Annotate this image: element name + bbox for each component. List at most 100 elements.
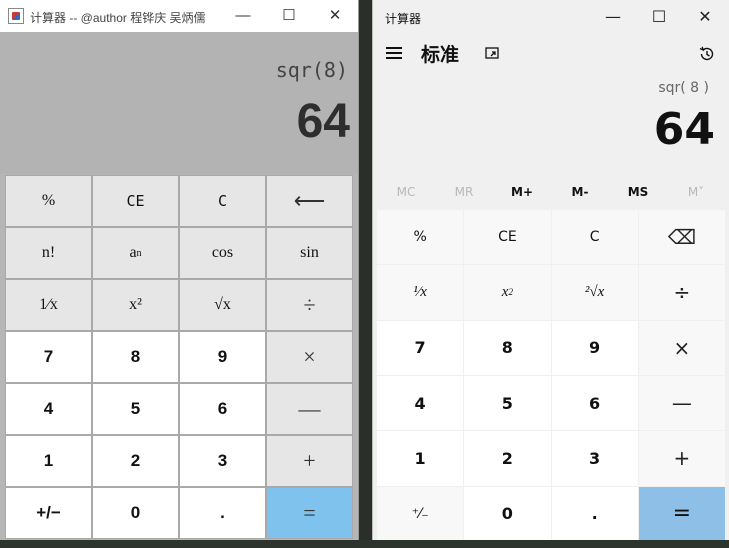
memory-m--button[interactable]: M+ bbox=[493, 185, 551, 199]
right-key-label: C bbox=[589, 229, 600, 246]
left-key-label: CE bbox=[126, 192, 145, 210]
left-key-7-button[interactable]: 7 bbox=[5, 331, 92, 383]
left-key-label: — bbox=[298, 396, 321, 421]
left-key-label: √x bbox=[214, 296, 231, 313]
right-key-divide-button[interactable]: ÷ bbox=[638, 265, 725, 320]
memory-ms-button[interactable]: MS bbox=[609, 185, 667, 199]
left-key-percent-button[interactable]: % bbox=[5, 175, 92, 227]
right-key-negate-button[interactable]: ⁺⁄₋ bbox=[377, 486, 464, 541]
left-key-label: 1 bbox=[43, 451, 54, 470]
left-key-backspace-button[interactable]: ⟵ bbox=[266, 175, 353, 227]
left-key-label: 4 bbox=[43, 399, 54, 418]
right-key-square-button[interactable]: x2 bbox=[464, 265, 551, 320]
history-icon[interactable] bbox=[698, 45, 716, 63]
right-expression: sqr( 8 ) bbox=[658, 80, 709, 96]
left-key-power-button[interactable]: an bbox=[92, 227, 179, 279]
left-key-ce-button[interactable]: CE bbox=[92, 175, 179, 227]
left-minimize-button[interactable]: — bbox=[220, 0, 266, 32]
right-key-multiply-button[interactable]: × bbox=[638, 320, 725, 375]
left-key-equals-button[interactable]: = bbox=[266, 487, 353, 539]
right-minimize-button[interactable]: — bbox=[591, 2, 635, 32]
left-key-label: . bbox=[220, 503, 225, 522]
left-key-5-button[interactable]: 5 bbox=[92, 383, 179, 435]
right-key-percent-button[interactable]: % bbox=[377, 210, 464, 265]
left-key-c-button[interactable]: C bbox=[179, 175, 266, 227]
right-header: 标准 bbox=[373, 36, 729, 72]
left-key-sin-button[interactable]: sin bbox=[266, 227, 353, 279]
left-title-bar[interactable]: 计算器 -- @author 程铧庆 吴炳儒 — ☐ ✕ bbox=[0, 0, 358, 32]
left-key-label: 9 bbox=[217, 347, 228, 366]
right-key-9-button[interactable]: 9 bbox=[551, 320, 638, 375]
left-key-negate-button[interactable]: +/− bbox=[5, 487, 92, 539]
left-key-6-button[interactable]: 6 bbox=[179, 383, 266, 435]
right-key-c-button[interactable]: C bbox=[551, 210, 638, 265]
right-key-minus-button[interactable]: — bbox=[638, 375, 725, 431]
right-key-reciprocal-button[interactable]: ¹⁄x bbox=[377, 265, 464, 320]
left-key-label: 2 bbox=[130, 451, 141, 470]
left-key-minus-button[interactable]: — bbox=[266, 383, 353, 435]
hamburger-menu-icon[interactable] bbox=[386, 47, 402, 59]
right-key-equals-button[interactable]: = bbox=[638, 486, 725, 541]
left-key-label: + bbox=[303, 448, 316, 473]
right-title-bar[interactable]: 计算器 — ☐ ✕ bbox=[373, 0, 729, 34]
right-key-ce-button[interactable]: CE bbox=[464, 210, 551, 265]
right-key-6-button[interactable]: 6 bbox=[551, 375, 638, 431]
right-key-label: CE bbox=[498, 229, 517, 246]
right-key-label: ¹⁄x bbox=[413, 283, 427, 300]
right-key-label: 4 bbox=[414, 393, 426, 413]
right-key-8-button[interactable]: 8 bbox=[464, 320, 551, 375]
left-key-divide-button[interactable]: ÷ bbox=[266, 279, 353, 331]
left-key-3-button[interactable]: 3 bbox=[179, 435, 266, 487]
left-key-label: ⟵ bbox=[293, 188, 326, 213]
left-key-8-button[interactable]: 8 bbox=[92, 331, 179, 383]
left-key-label: ÷ bbox=[303, 292, 316, 317]
memory-bar: MC MR M+ M- MS M˅ bbox=[377, 178, 725, 206]
left-result: 64 bbox=[296, 95, 350, 148]
left-key-2-button[interactable]: 2 bbox=[92, 435, 179, 487]
keep-on-top-icon[interactable] bbox=[485, 47, 501, 61]
right-key-label: ÷ bbox=[673, 280, 691, 305]
left-display: sqr(8) 64 bbox=[0, 32, 358, 174]
left-key-superscript: n bbox=[136, 247, 142, 259]
right-key-0-button[interactable]: 0 bbox=[464, 486, 551, 541]
left-expression: sqr(8) bbox=[275, 58, 348, 82]
left-key-0-button[interactable]: 0 bbox=[92, 487, 179, 539]
left-key-1-button[interactable]: 1 bbox=[5, 435, 92, 487]
right-key-1-button[interactable]: 1 bbox=[377, 431, 464, 486]
left-close-button[interactable]: ✕ bbox=[312, 0, 358, 32]
left-key-factorial-button[interactable]: n! bbox=[5, 227, 92, 279]
left-key-decimal-button[interactable]: . bbox=[179, 487, 266, 539]
left-key-sqrt-button[interactable]: √x bbox=[179, 279, 266, 331]
right-key-sqrt-button[interactable]: ²√x bbox=[551, 265, 638, 320]
left-maximize-button[interactable]: ☐ bbox=[266, 0, 312, 32]
left-key-reciprocal-button[interactable]: 1⁄x bbox=[5, 279, 92, 331]
desktop-background bbox=[0, 540, 729, 548]
left-key-label: x² bbox=[129, 296, 142, 313]
left-key-multiply-button[interactable]: × bbox=[266, 331, 353, 383]
right-key-3-button[interactable]: 3 bbox=[551, 431, 638, 486]
right-key-7-button[interactable]: 7 bbox=[377, 320, 464, 375]
left-key-9-button[interactable]: 9 bbox=[179, 331, 266, 383]
left-key-4-button[interactable]: 4 bbox=[5, 383, 92, 435]
left-key-label: 0 bbox=[130, 503, 141, 522]
right-key-plus-button[interactable]: + bbox=[638, 431, 725, 486]
right-key-5-button[interactable]: 5 bbox=[464, 375, 551, 431]
left-key-label: % bbox=[41, 192, 56, 209]
right-key-2-button[interactable]: 2 bbox=[464, 431, 551, 486]
right-key-decimal-button[interactable]: . bbox=[551, 486, 638, 541]
right-close-button[interactable]: ✕ bbox=[683, 2, 727, 32]
right-key-backspace-button[interactable]: ⌫ bbox=[638, 210, 725, 265]
memory-m--button[interactable]: M- bbox=[551, 185, 609, 199]
right-maximize-button[interactable]: ☐ bbox=[637, 2, 681, 32]
right-key-4-button[interactable]: 4 bbox=[377, 375, 464, 431]
memory-mr-button: MR bbox=[454, 185, 474, 199]
right-key-label: . bbox=[591, 504, 598, 524]
right-key-label: ⁺⁄₋ bbox=[411, 505, 429, 522]
left-key-cos-button[interactable]: cos bbox=[179, 227, 266, 279]
right-keypad: % CE C ⌫ ¹⁄x x 2 ²√x ÷ 7 8 9 × 4 5 6— 1 2 3 + ⁺⁄₋ 0. = bbox=[377, 210, 725, 541]
right-key-label: = bbox=[672, 501, 692, 527]
left-key-plus-button[interactable]: + bbox=[266, 435, 353, 487]
java-calculator-window: 计算器 -- @author 程铧庆 吴炳儒 — ☐ ✕ sqr(8) 64 %… bbox=[0, 0, 358, 545]
left-keypad: % CE C ⟵ n! a n cos sin 1⁄x x² √x ÷ 7 8 9 × 4 5 6 — 1 2 3 + +/− 0.… bbox=[5, 175, 353, 539]
left-key-square-button[interactable]: x² bbox=[92, 279, 179, 331]
